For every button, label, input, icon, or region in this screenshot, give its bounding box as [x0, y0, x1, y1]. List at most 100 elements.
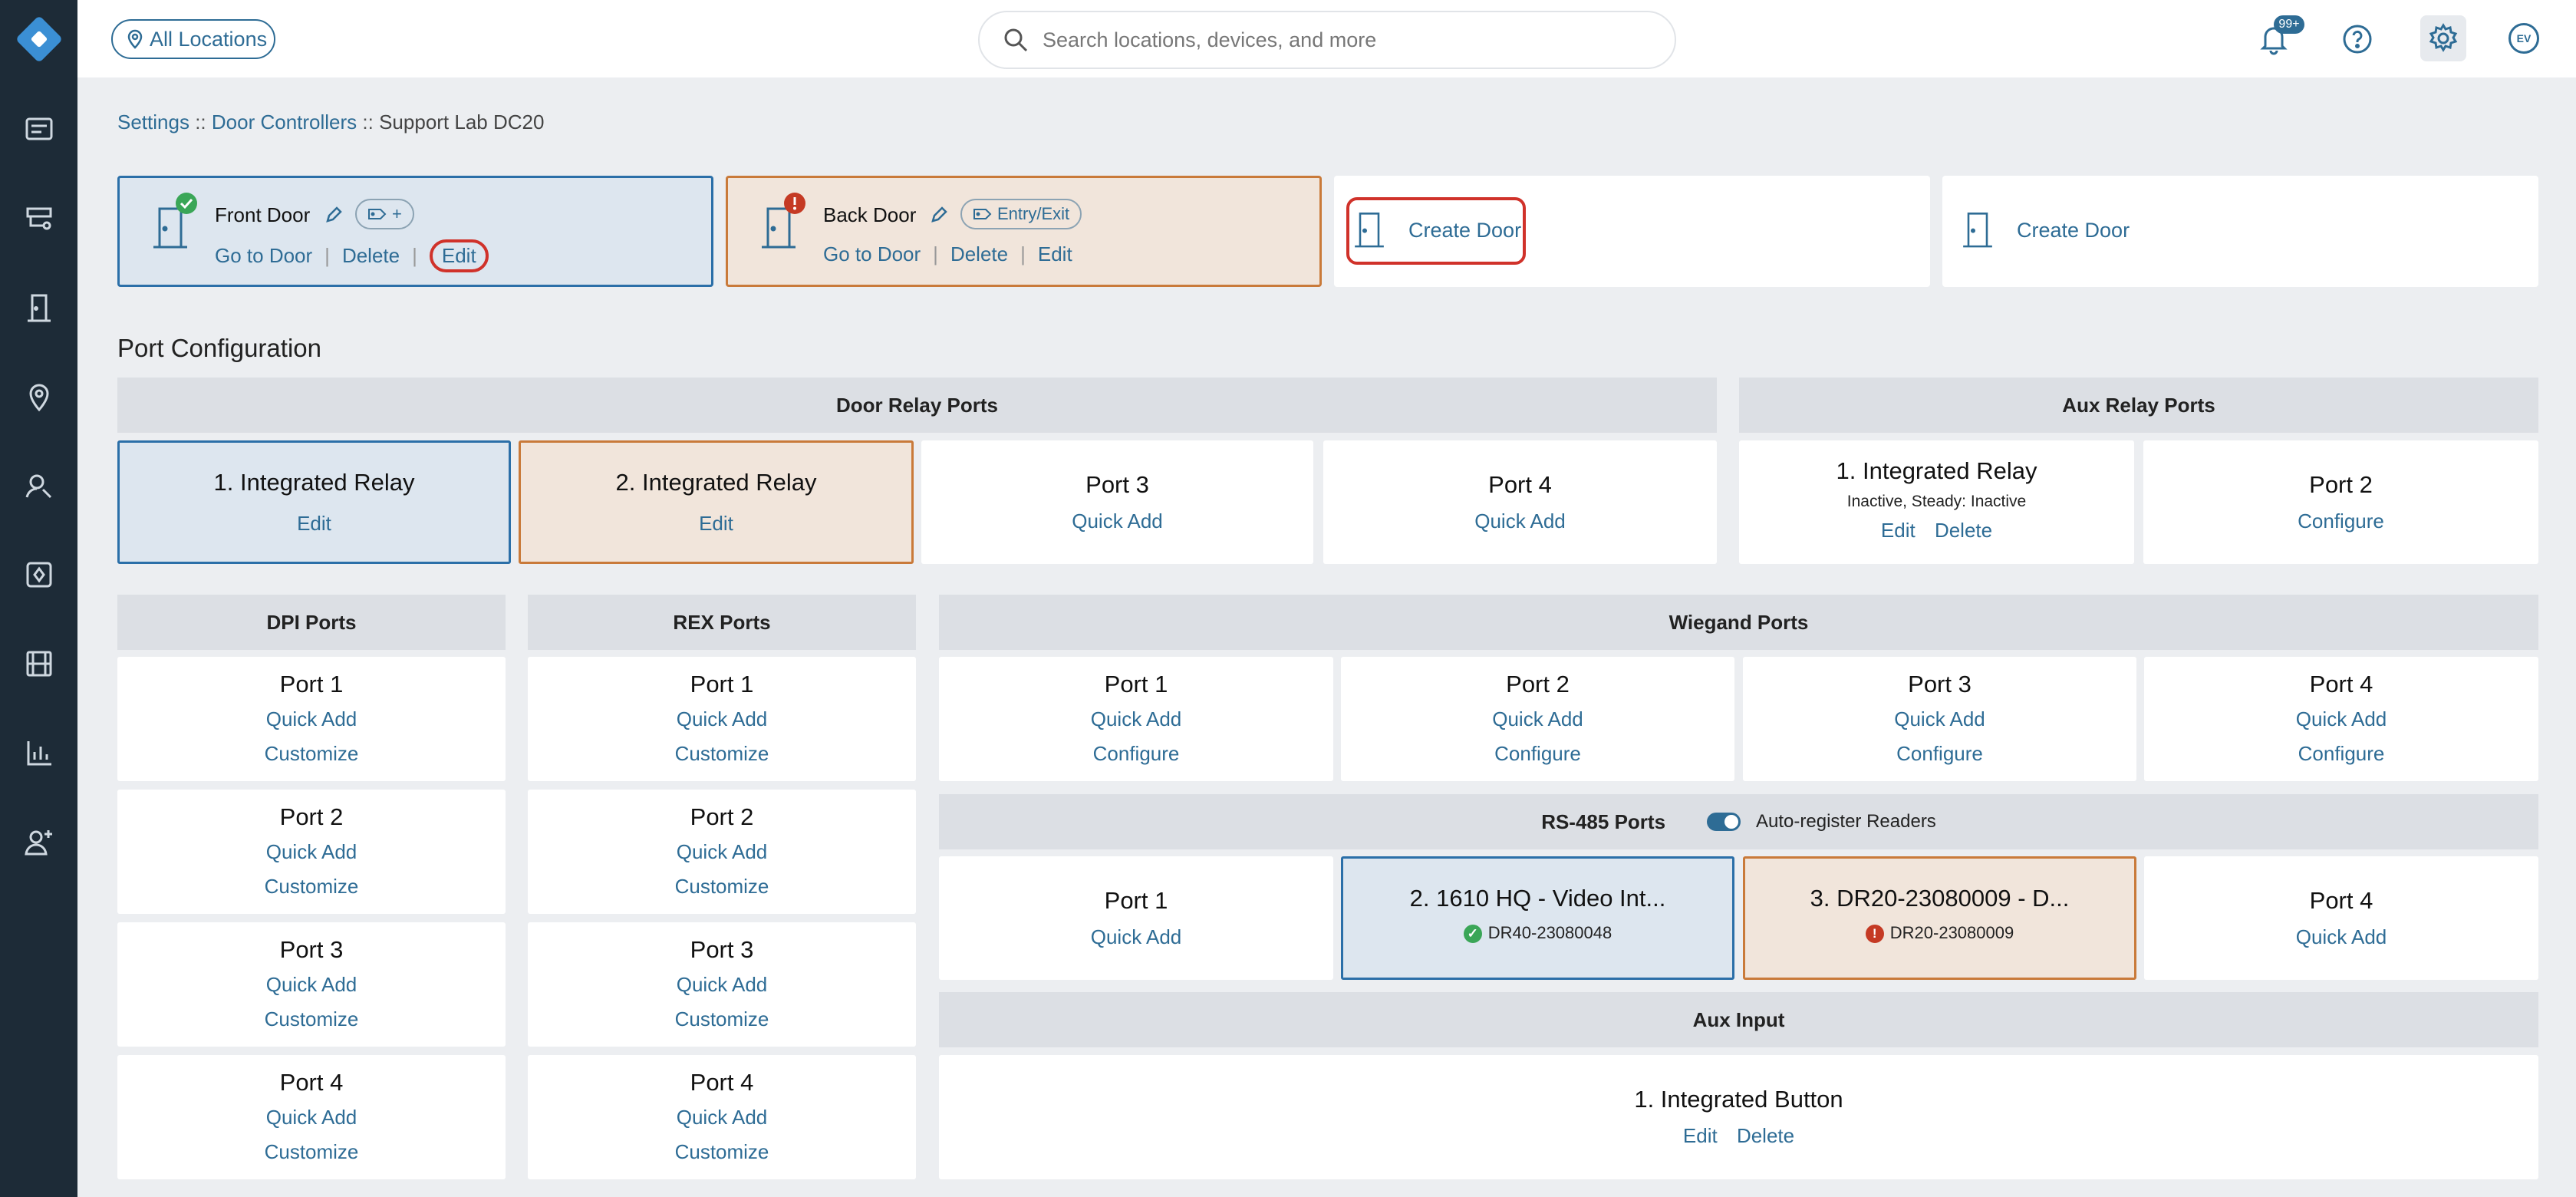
edit-link[interactable]: Edit	[120, 512, 509, 536]
configure-link[interactable]: Configure	[1341, 742, 1734, 766]
user-avatar[interactable]: EV	[2508, 23, 2539, 54]
status-error-icon	[784, 193, 805, 214]
edit-link[interactable]: Edit	[1881, 519, 1916, 542]
rex-port-card[interactable]: Port 2 Quick Add Customize	[528, 790, 916, 914]
breadcrumb-door-controllers[interactable]: Door Controllers	[212, 110, 357, 134]
door-actions: Go to Door | Delete | Edit	[215, 239, 489, 272]
rex-port-card[interactable]: Port 4 Quick Add Customize	[528, 1055, 916, 1179]
edit-link[interactable]: Edit	[1683, 1124, 1718, 1147]
quick-add-link[interactable]: Quick Add	[1341, 707, 1734, 731]
create-door-link[interactable]: Create Door	[1408, 219, 1521, 242]
rs485-header-label: RS-485 Ports	[1541, 810, 1666, 833]
rs485-port-card[interactable]: Port 1 Quick Add	[939, 856, 1333, 980]
wiegand-port-card[interactable]: Port 4 Quick Add Configure	[2144, 657, 2538, 781]
configure-link[interactable]: Configure	[2143, 509, 2538, 533]
plugin-icon[interactable]	[23, 559, 55, 591]
help-icon[interactable]	[2340, 21, 2375, 57]
door-relay-port-card[interactable]: Port 3 Quick Add	[921, 440, 1313, 564]
auto-register-label: Auto-register Readers	[1756, 811, 1936, 832]
door-icon[interactable]	[23, 292, 55, 324]
customize-link[interactable]: Customize	[528, 875, 916, 899]
aux-input-card[interactable]: 1. Integrated Button Edit Delete	[939, 1055, 2538, 1179]
location-filter-button[interactable]: All Locations	[111, 19, 275, 59]
wiegand-port-card[interactable]: Port 1 Quick Add Configure	[939, 657, 1333, 781]
customize-link[interactable]: Customize	[117, 1007, 506, 1031]
create-door-link[interactable]: Create Door	[2017, 219, 2130, 242]
edit-link[interactable]: Edit	[521, 512, 911, 536]
quick-add-link[interactable]: Quick Add	[117, 840, 506, 864]
port-title: Port 3	[1908, 671, 1972, 697]
create-door-card[interactable]: Create Door	[1334, 176, 1930, 287]
video-icon[interactable]	[23, 648, 55, 680]
rs485-reader-card[interactable]: 2. 1610 HQ - Video Int... ✓ DR40-23080048	[1341, 856, 1734, 980]
rex-port-card[interactable]: Port 3 Quick Add Customize	[528, 922, 916, 1047]
door-relay-port-card[interactable]: 1. Integrated Relay Edit	[117, 440, 511, 564]
dpi-port-card[interactable]: Port 4 Quick Add Customize	[117, 1055, 506, 1179]
add-user-icon[interactable]	[23, 826, 55, 858]
aux-relay-port-card[interactable]: 1. Integrated Relay Inactive, Steady: In…	[1739, 440, 2134, 564]
app-logo-icon[interactable]	[12, 12, 66, 66]
devices-icon[interactable]	[23, 203, 55, 235]
configure-link[interactable]: Configure	[2144, 742, 2538, 766]
door-relay-port-card[interactable]: 2. Integrated Relay Edit	[519, 440, 914, 564]
edit-name-icon[interactable]	[324, 205, 344, 225]
quick-add-link[interactable]: Quick Add	[528, 840, 916, 864]
quick-add-link[interactable]: Quick Add	[528, 973, 916, 997]
rex-port-card[interactable]: Port 1 Quick Add Customize	[528, 657, 916, 781]
rs485-reader-card[interactable]: 3. DR20-23080009 - D... ! DR20-23080009	[1743, 856, 2136, 980]
quick-add-link[interactable]: Quick Add	[117, 707, 506, 731]
customize-link[interactable]: Customize	[117, 742, 506, 766]
wiegand-port-card[interactable]: Port 2 Quick Add Configure	[1341, 657, 1734, 781]
search-person-icon[interactable]	[23, 470, 55, 502]
door-tag-pill[interactable]: Entry/Exit	[960, 199, 1082, 229]
edit-name-icon[interactable]	[929, 205, 949, 225]
edit-door-link[interactable]: Edit	[429, 239, 489, 272]
dpi-port-card[interactable]: Port 3 Quick Add Customize	[117, 922, 506, 1047]
delete-door-link[interactable]: Delete	[342, 244, 400, 268]
dpi-port-card[interactable]: Port 1 Quick Add Customize	[117, 657, 506, 781]
customize-link[interactable]: Customize	[528, 742, 916, 766]
dpi-port-card[interactable]: Port 2 Quick Add Customize	[117, 790, 506, 914]
quick-add-link[interactable]: Quick Add	[117, 1106, 506, 1129]
location-icon[interactable]	[23, 381, 55, 413]
quick-add-link[interactable]: Quick Add	[2144, 925, 2538, 949]
door-actions: Go to Door | Delete | Edit	[823, 242, 1072, 266]
dashboard-icon[interactable]	[23, 113, 55, 145]
door-card-front: Front Door + Go to Door | Delete | Edit	[117, 176, 713, 287]
quick-add-link[interactable]: Quick Add	[528, 707, 916, 731]
quick-add-link[interactable]: Quick Add	[921, 509, 1313, 533]
configure-link[interactable]: Configure	[939, 742, 1333, 766]
quick-add-link[interactable]: Quick Add	[528, 1106, 916, 1129]
go-to-door-link[interactable]: Go to Door	[823, 242, 921, 266]
quick-add-link[interactable]: Quick Add	[939, 925, 1333, 949]
customize-link[interactable]: Customize	[117, 875, 506, 899]
door-relay-port-card[interactable]: Port 4 Quick Add	[1323, 440, 1717, 564]
settings-button[interactable]	[2420, 15, 2466, 61]
delete-link[interactable]: Delete	[1737, 1124, 1794, 1147]
delete-door-link[interactable]: Delete	[950, 242, 1008, 266]
door-tag-add-button[interactable]: +	[355, 199, 414, 229]
quick-add-link[interactable]: Quick Add	[939, 707, 1333, 731]
delete-link[interactable]: Delete	[1935, 519, 1992, 542]
create-door-card[interactable]: Create Door	[1942, 176, 2538, 287]
rs485-port-card[interactable]: Port 4 Quick Add	[2144, 856, 2538, 980]
wiegand-port-card[interactable]: Port 3 Quick Add Configure	[1743, 657, 2136, 781]
aux-relay-port-card[interactable]: Port 2 Configure	[2143, 440, 2538, 564]
customize-link[interactable]: Customize	[528, 1140, 916, 1164]
search-bar[interactable]	[978, 11, 1676, 69]
quick-add-link[interactable]: Quick Add	[1323, 509, 1717, 533]
quick-add-link[interactable]: Quick Add	[2144, 707, 2538, 731]
customize-link[interactable]: Customize	[117, 1140, 506, 1164]
auto-register-toggle[interactable]	[1707, 813, 1741, 831]
reports-icon[interactable]	[23, 737, 55, 769]
configure-link[interactable]: Configure	[1743, 742, 2136, 766]
breadcrumb-settings[interactable]: Settings	[117, 110, 189, 134]
edit-door-link[interactable]: Edit	[1038, 242, 1072, 266]
quick-add-link[interactable]: Quick Add	[117, 973, 506, 997]
go-to-door-link[interactable]: Go to Door	[215, 244, 312, 268]
port-title: Port 4	[2309, 671, 2373, 697]
quick-add-link[interactable]: Quick Add	[1743, 707, 2136, 731]
search-input[interactable]	[1043, 28, 1626, 52]
port-title: Port 2	[1506, 671, 1570, 697]
customize-link[interactable]: Customize	[528, 1007, 916, 1031]
